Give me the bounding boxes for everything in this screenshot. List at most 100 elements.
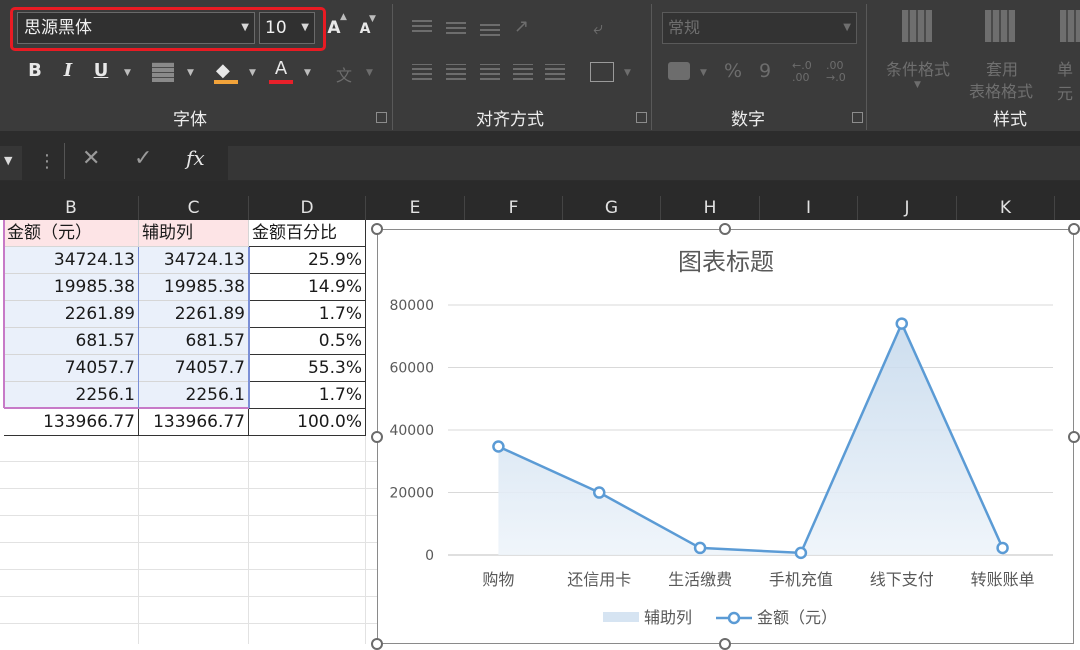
chevron-down-icon[interactable]: ▼	[366, 68, 373, 78]
borders-icon[interactable]	[152, 62, 174, 82]
group-separator	[392, 4, 393, 130]
increase-decimal-icon[interactable]: ←.0.00	[792, 60, 812, 84]
table-cell[interactable]: 74057.7	[4, 355, 139, 382]
alignment-dialog-launcher-icon[interactable]	[636, 112, 647, 123]
gridline	[0, 515, 377, 516]
comma-button[interactable]: 9	[758, 60, 772, 82]
wrap-text-icon[interactable]: ⤶	[593, 18, 603, 39]
column-header-j[interactable]: J	[858, 196, 957, 220]
chart-area[interactable]: 图表标题 0 20000 40000 60000 80000 购物 还信用卡 生活缴费 手机充…	[377, 229, 1074, 644]
column-header-c[interactable]: C	[139, 196, 249, 220]
font-color-button[interactable]: A	[271, 58, 291, 79]
align-middle-icon[interactable]	[446, 20, 466, 34]
merge-center-icon[interactable]	[590, 62, 614, 82]
table-cell[interactable]: 34724.13	[139, 247, 249, 274]
chevron-down-icon[interactable]: ▼	[4, 154, 12, 167]
orientation-icon[interactable]: ↗	[514, 16, 529, 37]
column-header-d[interactable]: D	[249, 196, 366, 220]
number-format-combobox[interactable]: 常规 ▼	[662, 12, 857, 44]
table-cell[interactable]: 100.0%	[249, 409, 366, 436]
column-header-b[interactable]: B	[4, 196, 139, 220]
chart-legend[interactable]: 辅助列 金额（元）	[603, 608, 837, 627]
ribbon: 思源黑体 ▼ 10 ▼ A ▲ A ▼ B I U ▼ ▼ ◆ ▼ A ▼ 文 …	[0, 0, 1080, 131]
check-icon[interactable]: ✓	[134, 146, 152, 171]
chevron-down-icon[interactable]: ▼	[700, 68, 707, 78]
table-cell[interactable]: 25.9%	[249, 247, 366, 274]
table-cell[interactable]: 1.7%	[249, 301, 366, 328]
chevron-down-icon[interactable]: ▼	[914, 80, 921, 90]
fill-color-icon[interactable]: ◆	[216, 60, 238, 81]
conditional-format-label[interactable]: 条件格式	[880, 56, 956, 80]
resize-handle-right[interactable]	[1068, 431, 1080, 443]
phonetic-button[interactable]: 文	[334, 62, 354, 86]
insert-function-button[interactable]: fx	[186, 146, 205, 170]
resize-handle-bottom[interactable]	[719, 638, 731, 650]
table-cell[interactable]: 2256.1	[139, 382, 249, 409]
table-cell[interactable]: 133966.77	[4, 409, 139, 436]
table-cell[interactable]: 14.9%	[249, 274, 366, 301]
currency-icon[interactable]	[668, 62, 690, 80]
table-cell[interactable]: 55.3%	[249, 355, 366, 382]
table-cell[interactable]: 74057.7	[139, 355, 249, 382]
resize-handle-bottom-left[interactable]	[371, 638, 383, 650]
percent-button[interactable]: %	[722, 60, 744, 82]
table-cell[interactable]: 19985.38	[139, 274, 249, 301]
table-cell[interactable]: 681.57	[4, 328, 139, 355]
bold-button[interactable]: B	[25, 60, 45, 81]
underline-button[interactable]: U	[91, 60, 111, 81]
column-header-g[interactable]: G	[563, 196, 661, 220]
table-cell[interactable]: 1.7%	[249, 382, 366, 409]
table-format-label[interactable]: 表格格式	[956, 78, 1046, 102]
table-cell[interactable]: 681.57	[139, 328, 249, 355]
apply-label[interactable]: 套用	[972, 56, 1032, 80]
chevron-down-icon[interactable]: ▼	[249, 68, 256, 78]
column-header-i[interactable]: I	[760, 196, 858, 220]
column-header-h[interactable]: H	[661, 196, 760, 220]
table-cell[interactable]: 34724.13	[4, 247, 139, 274]
x-tick-label: 还信用卡	[567, 570, 631, 589]
chevron-down-icon[interactable]: ▼	[304, 68, 311, 78]
decrease-decimal-icon[interactable]: .00 →.0	[826, 60, 846, 84]
chevron-down-icon[interactable]: ▼	[187, 68, 194, 78]
header-cell-helper[interactable]: 辅助列	[139, 220, 249, 247]
formula-input[interactable]	[228, 146, 1080, 180]
cell-styles-label[interactable]: 单元	[1050, 56, 1080, 104]
conditional-format-icon[interactable]	[902, 10, 932, 42]
table-cell[interactable]: 2261.89	[139, 301, 249, 328]
table-cell[interactable]: 0.5%	[249, 328, 366, 355]
italic-button[interactable]: I	[58, 60, 78, 81]
header-cell-amount[interactable]: 金额（元）	[4, 220, 139, 247]
table-cell[interactable]: 19985.38	[4, 274, 139, 301]
y-tick-label: 80000	[389, 298, 434, 314]
resize-handle-top-left[interactable]	[371, 223, 383, 235]
increase-indent-icon[interactable]	[545, 64, 565, 80]
column-header-f[interactable]: F	[465, 196, 563, 220]
align-right-icon[interactable]	[480, 64, 500, 80]
align-top-icon[interactable]	[412, 18, 432, 32]
align-bottom-icon[interactable]	[480, 22, 500, 36]
table-cell[interactable]: 2261.89	[4, 301, 139, 328]
resize-handle-top-right[interactable]	[1068, 223, 1080, 235]
chevron-down-icon[interactable]: ▼	[124, 68, 131, 78]
range-border-blue	[138, 247, 139, 408]
more-options-icon[interactable]: ⋮	[38, 151, 56, 172]
cell-styles-icon[interactable]	[1060, 10, 1080, 42]
align-left-icon[interactable]	[412, 64, 432, 80]
header-cell-percent[interactable]: 金额百分比	[249, 220, 366, 247]
resize-handle-left[interactable]	[371, 431, 383, 443]
table-cell[interactable]: 2256.1	[4, 382, 139, 409]
number-dialog-launcher-icon[interactable]	[852, 112, 863, 123]
decrease-indent-icon[interactable]	[513, 64, 533, 80]
chevron-down-icon[interactable]: ▼	[624, 68, 631, 78]
column-header-k[interactable]: K	[957, 196, 1055, 220]
name-box[interactable]: ▼	[0, 146, 22, 180]
chevron-down-icon[interactable]: ▼	[843, 13, 851, 43]
close-icon[interactable]: ✕	[82, 146, 100, 171]
resize-handle-top[interactable]	[719, 223, 731, 235]
table-format-icon[interactable]	[985, 10, 1015, 42]
chart-title[interactable]: 图表标题	[678, 248, 774, 276]
table-cell[interactable]: 133966.77	[139, 409, 249, 436]
column-header-e[interactable]: E	[366, 196, 465, 220]
font-dialog-launcher-icon[interactable]	[376, 112, 387, 123]
align-center-icon[interactable]	[446, 64, 466, 80]
